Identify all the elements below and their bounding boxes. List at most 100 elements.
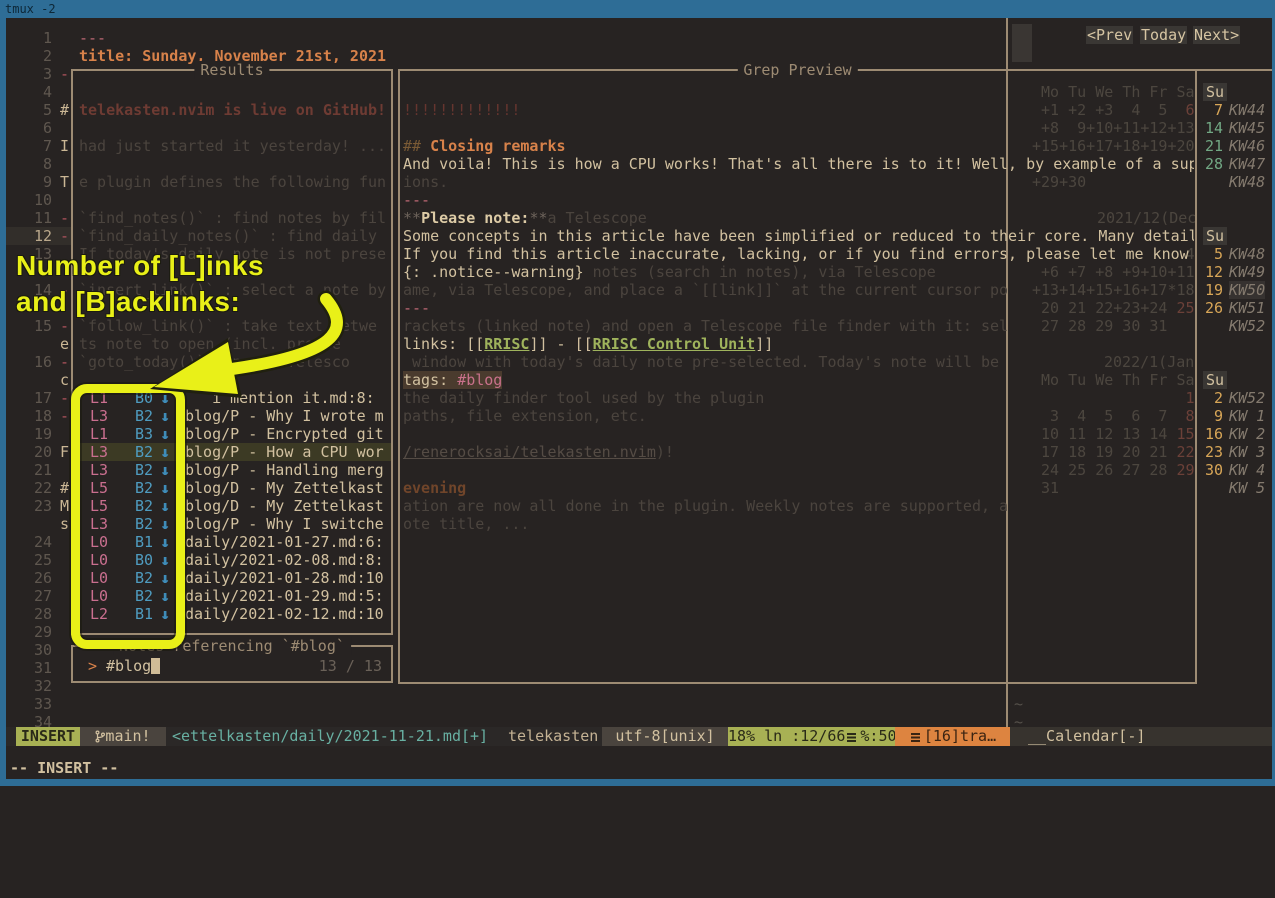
preview-text-segment: evening bbox=[403, 479, 466, 497]
window-border-bottom bbox=[0, 779, 1275, 786]
buffer-char: - bbox=[60, 407, 69, 425]
calendar-sunday-header: Su bbox=[1203, 83, 1227, 101]
buffer-list-icon bbox=[911, 733, 920, 742]
buffer-text-segment: `follow_link()` : take text betwe bbox=[79, 317, 377, 335]
preview-text-segment: /renerocksai/telekasten.nvim bbox=[403, 443, 656, 461]
editor-line: 15-`follow_link()` : take text betwe bbox=[20, 317, 400, 335]
empty-line-tilde: ~ bbox=[1014, 695, 1023, 713]
calendar-week-number: KW 3 bbox=[1229, 443, 1265, 461]
calendar-day-group: Mo Tu We Th Fr Sa bbox=[1032, 83, 1195, 101]
editor-line: 1 --- bbox=[20, 29, 400, 47]
text-cursor bbox=[151, 658, 160, 674]
buffer-char: - bbox=[60, 317, 69, 335]
git-branch-name: main! bbox=[105, 727, 150, 745]
buffer-char: M bbox=[60, 497, 69, 515]
preview-line: If you find this article inaccurate, lac… bbox=[403, 245, 1194, 263]
preview-line: **Please note:**a Telescope bbox=[403, 209, 1194, 227]
calendar-days: 24 25 26 27 28 29 bbox=[1032, 461, 1195, 479]
calendar-day-group: 15 bbox=[1167, 425, 1194, 443]
preview-line: Some concepts in this article have been … bbox=[403, 227, 1194, 245]
calendar-week-number: KW 5 bbox=[1229, 479, 1265, 497]
next-month-button[interactable]: Next> bbox=[1193, 26, 1240, 44]
calendar-sunday-date[interactable]: 30 bbox=[1205, 461, 1223, 479]
buffer-char: - bbox=[60, 389, 69, 407]
line-number: 22 bbox=[20, 479, 52, 497]
result-item-label: daily/2021-02-12.md:10 bbox=[185, 605, 384, 623]
preview-line: paths, file extension, etc. bbox=[403, 407, 1194, 425]
calendar-sunday-date[interactable]: 21 bbox=[1205, 137, 1223, 155]
cursor-position-segment: 18% ln :12/66%:50 bbox=[728, 727, 895, 746]
calendar-week-number: KW47 bbox=[1229, 155, 1265, 173]
editor-line: 4 bbox=[20, 83, 400, 101]
result-item-label: blog/P - Why I wrote m bbox=[185, 407, 384, 425]
lines-icon bbox=[847, 733, 856, 742]
line-number: 18 bbox=[20, 407, 52, 425]
line-number: 6 bbox=[20, 119, 52, 137]
preview-line: ation are now all done in the plugin. We… bbox=[403, 497, 1194, 515]
result-item-label: daily/2021-01-29.md:5: bbox=[185, 587, 384, 605]
buffer-text-segment: `goto_today()` pops up Telesco bbox=[79, 353, 350, 371]
preview-text-segment: ** bbox=[403, 209, 421, 227]
plugin-name-segment: telekasten bbox=[508, 727, 598, 746]
preview-line: ions. bbox=[403, 173, 1194, 191]
buffer-text: `goto_today()` pops up Telesco bbox=[79, 353, 350, 371]
line-number: 1 bbox=[20, 29, 52, 47]
calendar-sunday-date[interactable]: 14 bbox=[1205, 119, 1223, 137]
preview-line: rackets (linked note) and open a Telesco… bbox=[403, 317, 1194, 335]
preview-line: /renerocksai/telekasten.nvim)! bbox=[403, 443, 1194, 461]
result-item-label: blog/D - My Zettelkast bbox=[185, 497, 384, 515]
calendar-statusline: __Calendar[-] bbox=[1010, 727, 1272, 746]
preview-text-segment: --- bbox=[403, 191, 430, 209]
calendar-sunday-date[interactable]: 28 bbox=[1205, 155, 1223, 173]
today-button[interactable]: Today bbox=[1140, 26, 1187, 44]
result-item-label: blog/P - Why I switche bbox=[185, 515, 384, 533]
editor-line: 3- bbox=[20, 65, 400, 83]
calendar-sunday-date[interactable]: 16 bbox=[1205, 425, 1223, 443]
line-number: 31 bbox=[20, 659, 52, 677]
tmux-session-title: tmux -2 bbox=[5, 1, 56, 17]
prev-month-button[interactable]: <Prev bbox=[1086, 26, 1133, 44]
calendar-sunday-date[interactable]: 19 bbox=[1205, 281, 1223, 299]
calendar-top-separator bbox=[1008, 69, 1275, 71]
calendar-week-number: KW45 bbox=[1229, 119, 1265, 137]
prompt-input[interactable]: > #blog 13 / 13 bbox=[71, 645, 393, 683]
preview-line: ## Closing remarks bbox=[403, 137, 1194, 155]
calendar-sunday-date[interactable]: 7 bbox=[1205, 101, 1223, 119]
buffer-text-segment: `find_notes()` : find notes by fil bbox=[79, 209, 386, 227]
calendar-sunday-date[interactable]: 12 bbox=[1205, 263, 1223, 281]
preview-line: --- bbox=[403, 191, 1194, 209]
editor-line: 8 bbox=[20, 155, 400, 173]
calendar-sunday-date[interactable]: 26 bbox=[1205, 299, 1223, 317]
line-number: 5 bbox=[20, 101, 52, 119]
calendar-sunday-date[interactable]: 23 bbox=[1205, 443, 1223, 461]
calendar-sunday-date[interactable]: 5 bbox=[1205, 245, 1223, 263]
git-branch-segment: main! bbox=[80, 727, 166, 746]
buffer-text: e plugin defines the following fun bbox=[79, 173, 386, 191]
calendar-day-group: 10 11 12 13 14 bbox=[1032, 425, 1167, 443]
buffer-text-segment: ts note to open (incl. previe bbox=[79, 335, 341, 353]
result-item-label: daily/2021-01-27.md:6: bbox=[185, 533, 384, 551]
result-item-label: blog/D - My Zettelkast bbox=[185, 479, 384, 497]
preview-line: the daily finder tool used by the plugin bbox=[403, 389, 1194, 407]
line-number: 33 bbox=[20, 695, 52, 713]
preview-text-segment: notes (search in notes), via Telescope bbox=[584, 263, 936, 281]
buffer-count-label: [16]tra… bbox=[924, 727, 996, 745]
buffer-text: `find_daily_notes()` : find daily bbox=[79, 227, 377, 245]
editor-line: 7Ihad just started it yesterday! ... bbox=[20, 137, 400, 155]
calendar-week-row: +8 9+10+11+12+1314KW45 bbox=[1032, 119, 1275, 137]
editor-line: 10 bbox=[20, 191, 400, 209]
calendar-sunday-date[interactable]: 9 bbox=[1205, 407, 1223, 425]
editor-line: 11-`find_notes()` : find notes by fil bbox=[20, 209, 400, 227]
preview-line: window with today's daily note pre-selec… bbox=[403, 353, 1194, 371]
line-number: 10 bbox=[20, 191, 52, 209]
buffer-count-segment: [16]tra… bbox=[895, 727, 1010, 746]
calendar-week-number: KW51 bbox=[1229, 299, 1265, 317]
buffer-text: telekasten.nvim is live on GitHub! bbox=[79, 101, 386, 119]
calendar-day-group: 24 25 26 27 28 bbox=[1032, 461, 1167, 479]
column-number: %:50 bbox=[860, 727, 896, 745]
preview-text-segment: ## bbox=[403, 137, 430, 155]
calendar-sunday-date[interactable]: 2 bbox=[1205, 389, 1223, 407]
buffer-text-segment: --- bbox=[79, 29, 106, 47]
calendar-week-number: KW46 bbox=[1229, 137, 1265, 155]
scroll-thumb[interactable] bbox=[1012, 24, 1032, 62]
